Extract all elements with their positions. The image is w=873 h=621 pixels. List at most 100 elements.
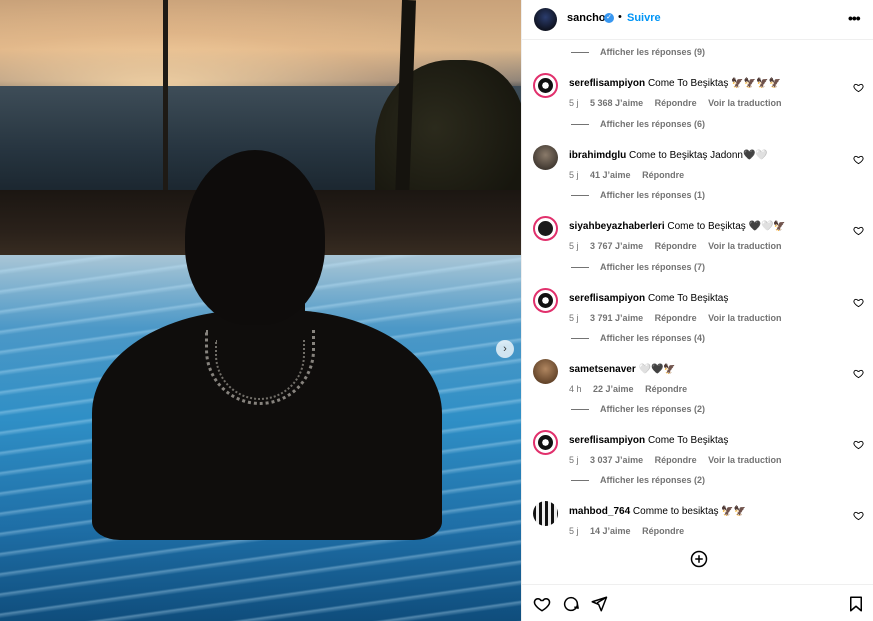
heart-icon[interactable]: [853, 297, 864, 308]
comment-time: 5 j: [569, 526, 579, 536]
comment-body: Come To Beşiktaş 🦅🦅🦅🦅: [647, 78, 781, 89]
heart-icon[interactable]: [533, 595, 551, 613]
replies-divider: [571, 408, 589, 410]
replies-divider: [571, 479, 589, 481]
heart-icon[interactable]: [853, 82, 864, 93]
verified-badge-icon: ✓: [604, 13, 614, 23]
comment-likes[interactable]: 5 368 J’aime: [590, 98, 643, 108]
commenter-username[interactable]: sametsenaver: [569, 364, 636, 375]
comment-likes[interactable]: 3 791 J’aime: [590, 313, 643, 323]
heart-icon[interactable]: [853, 154, 864, 165]
comment-text: sametsenaver 🤍🖤🦅: [569, 364, 676, 375]
reply-button[interactable]: Répondre: [645, 384, 687, 394]
comment-time: 5 j: [569, 313, 579, 323]
comment-time: 5 j: [569, 241, 579, 251]
translate-link[interactable]: Voir la traduction: [708, 98, 781, 108]
comment-icon[interactable]: [562, 595, 580, 613]
comment-likes[interactable]: 14 J’aime: [590, 526, 631, 536]
comment-meta: 5 j 14 J’aime Répondre: [569, 526, 693, 536]
comment-time: 4 h: [569, 384, 582, 394]
view-replies-label: Afficher les réponses (2): [600, 475, 706, 485]
heart-icon[interactable]: [853, 225, 864, 236]
comment-likes[interactable]: 3 037 J’aime: [590, 455, 643, 465]
reply-button[interactable]: Répondre: [655, 455, 697, 465]
plus-circle-icon[interactable]: [690, 550, 708, 568]
comment-text: ibrahimdglu Come to Beşiktaş Jadonn🖤🤍: [569, 150, 768, 161]
view-replies-link[interactable]: Afficher les réponses (9): [571, 47, 705, 57]
view-replies-link[interactable]: Afficher les réponses (2): [571, 475, 705, 485]
commenter-avatar[interactable]: [533, 73, 558, 98]
commenter-username[interactable]: sereflisampiyon: [569, 78, 645, 89]
commenter-avatar[interactable]: [533, 501, 558, 526]
post-photo[interactable]: ›: [0, 0, 521, 621]
commenter-username[interactable]: mahbod_764: [569, 506, 630, 517]
comment-time: 5 j: [569, 170, 579, 180]
view-replies-link[interactable]: Afficher les réponses (2): [571, 404, 705, 414]
post-action-bar: [522, 584, 873, 621]
comment-body: Come to Beşiktaş 🖤🤍🦅: [667, 221, 786, 232]
view-replies-link[interactable]: Afficher les réponses (6): [571, 119, 705, 129]
reply-button[interactable]: Répondre: [642, 170, 684, 180]
follow-button[interactable]: Suivre: [627, 12, 661, 24]
view-replies-link[interactable]: Afficher les réponses (7): [571, 262, 705, 272]
commenter-avatar[interactable]: [533, 288, 558, 313]
person-silhouette-head: [185, 150, 325, 325]
author-username[interactable]: sancho: [567, 12, 606, 24]
comment-item: sereflisampiyon Come To Beşiktaş 🦅🦅🦅🦅 5 …: [522, 73, 873, 113]
comment-item: sereflisampiyon Come To Beşiktaş 5 j 3 7…: [522, 288, 873, 328]
chevron-right-icon: ›: [503, 343, 507, 355]
heart-icon[interactable]: [853, 510, 864, 521]
reply-button[interactable]: Répondre: [655, 241, 697, 251]
view-replies-label: Afficher les réponses (2): [600, 404, 706, 414]
view-replies-link[interactable]: Afficher les réponses (1): [571, 190, 705, 200]
comment-item: mahbod_764 Comme to besiktaş 🦅🦅 5 j 14 J…: [522, 501, 873, 541]
heart-icon[interactable]: [853, 368, 864, 379]
view-replies-label: Afficher les réponses (9): [600, 47, 706, 57]
more-icon[interactable]: •••: [848, 10, 861, 26]
commenter-username[interactable]: ibrahimdglu: [569, 150, 626, 161]
share-icon[interactable]: [590, 595, 608, 613]
comment-text: mahbod_764 Comme to besiktaş 🦅🦅: [569, 506, 746, 517]
view-replies-label: Afficher les réponses (1): [600, 190, 706, 200]
commenter-username[interactable]: siyahbeyazhaberleri: [569, 221, 665, 232]
translate-link[interactable]: Voir la traduction: [708, 241, 781, 251]
separator-dot: •: [618, 11, 622, 23]
translate-link[interactable]: Voir la traduction: [708, 313, 781, 323]
comment-text: siyahbeyazhaberleri Come to Beşiktaş 🖤🤍🦅: [569, 221, 786, 232]
author-avatar[interactable]: [534, 8, 557, 31]
commenter-avatar[interactable]: [533, 430, 558, 455]
comment-meta: 5 j 41 J’aime Répondre: [569, 170, 693, 180]
comment-text: sereflisampiyon Come To Beşiktaş: [569, 435, 728, 446]
comment-likes[interactable]: 3 767 J’aime: [590, 241, 643, 251]
comment-item: ibrahimdglu Come to Beşiktaş Jadonn🖤🤍 5 …: [522, 145, 873, 185]
comments-panel: sancho ✓ • Suivre ••• Afficher les répon…: [521, 0, 873, 621]
comment-text: sereflisampiyon Come To Beşiktaş 🦅🦅🦅🦅: [569, 78, 781, 89]
commenter-avatar[interactable]: [533, 216, 558, 241]
view-replies-link[interactable]: Afficher les réponses (4): [571, 333, 705, 343]
comment-likes[interactable]: 22 J’aime: [593, 384, 634, 394]
comment-body: Come To Beşiktaş: [647, 435, 729, 446]
comment-item: sametsenaver 🤍🖤🦅 4 h 22 J’aime Répondre: [522, 359, 873, 399]
post-header: sancho ✓ • Suivre •••: [522, 0, 873, 40]
comment-body: Come To Beşiktaş: [647, 293, 729, 304]
replies-divider: [571, 51, 589, 53]
commenter-avatar[interactable]: [533, 359, 558, 384]
commenter-avatar[interactable]: [533, 145, 558, 170]
view-replies-label: Afficher les réponses (7): [600, 262, 706, 272]
reply-button[interactable]: Répondre: [642, 526, 684, 536]
commenter-username[interactable]: sereflisampiyon: [569, 293, 645, 304]
next-photo-button[interactable]: ›: [496, 340, 514, 358]
view-replies-label: Afficher les réponses (6): [600, 119, 706, 129]
comment-meta: 5 j 5 368 J’aime Répondre Voir la traduc…: [569, 98, 790, 108]
comment-meta: 5 j 3 791 J’aime Répondre Voir la traduc…: [569, 313, 790, 323]
heart-icon[interactable]: [853, 439, 864, 450]
reply-button[interactable]: Répondre: [655, 98, 697, 108]
comment-meta: 5 j 3 767 J’aime Répondre Voir la traduc…: [569, 241, 790, 251]
comment-time: 5 j: [569, 98, 579, 108]
reply-button[interactable]: Répondre: [655, 313, 697, 323]
translate-link[interactable]: Voir la traduction: [708, 455, 781, 465]
bookmark-icon[interactable]: [847, 595, 865, 613]
comment-meta: 4 h 22 J’aime Répondre: [569, 384, 696, 394]
commenter-username[interactable]: sereflisampiyon: [569, 435, 645, 446]
comment-likes[interactable]: 41 J’aime: [590, 170, 631, 180]
